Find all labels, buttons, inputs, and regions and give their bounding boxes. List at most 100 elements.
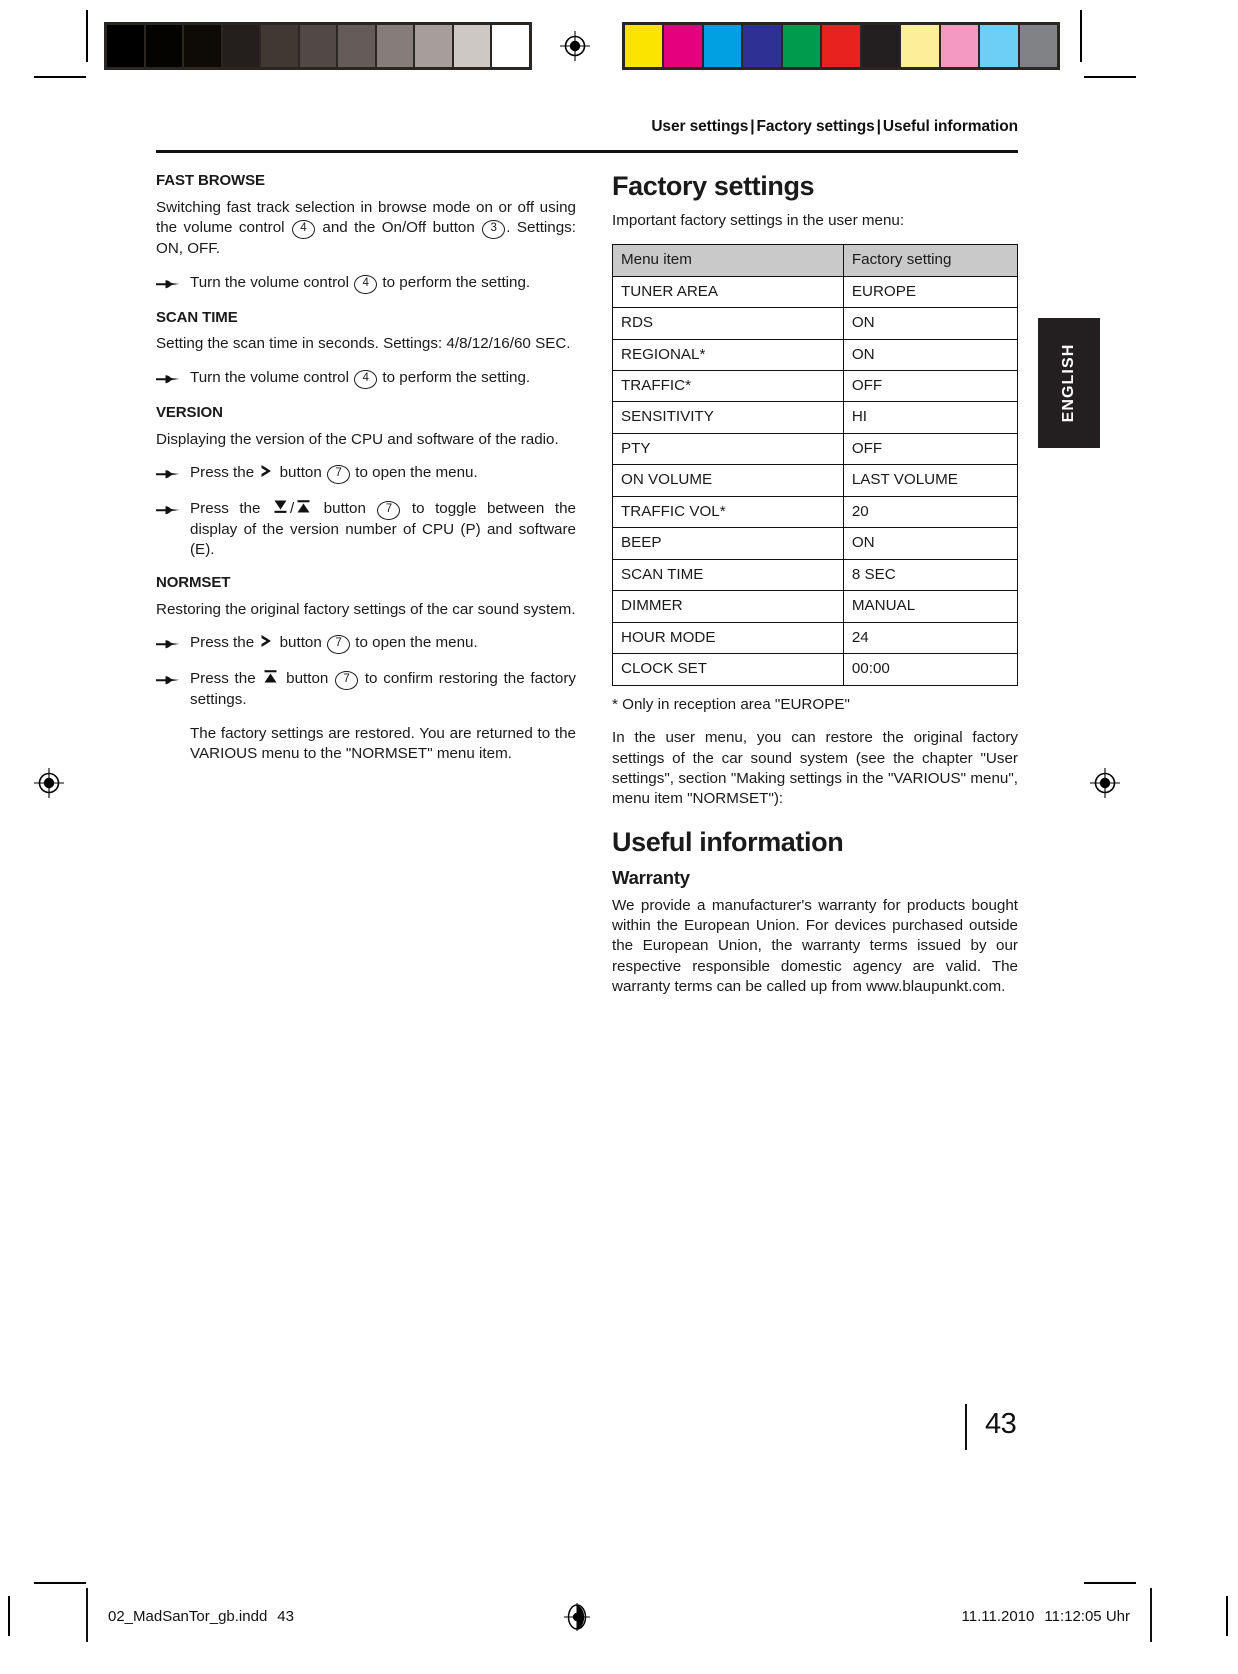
table-row: BEEP ON	[612, 527, 1019, 560]
step-normset-a: Press the	[190, 634, 259, 652]
heading-scan-time: SCAN TIME	[156, 308, 238, 326]
cell-menu-item: TRAFFIC VOL*	[612, 495, 844, 529]
cell-factory-setting: 24	[842, 621, 1019, 655]
cell-factory-setting: HI	[842, 401, 1019, 434]
language-tab-english: ENGLISH	[1038, 318, 1100, 448]
step-normset-confirm: Press the button 7 to confirm restoring …	[156, 669, 576, 710]
step-normset-open-menu: Press the button 7 to open the menu.	[156, 633, 576, 656]
factory-settings-intro: Important factory settings in the user m…	[612, 211, 905, 229]
header-rule	[156, 150, 1018, 153]
table-row: TRAFFIC VOL* 20	[612, 495, 1019, 529]
heading-fast-browse: FAST BROWSE	[156, 172, 265, 189]
cell-menu-item: ON VOLUME	[612, 464, 844, 497]
step-scan-time-a: Turn the volume control	[190, 368, 354, 386]
step-version-toggle-b: button	[313, 500, 377, 517]
table-row: CLOCK SET 00:00	[612, 653, 1019, 686]
step-version-a: Press the	[190, 464, 259, 481]
table-row: RDS ON	[612, 307, 1019, 340]
warranty-heading: Warranty	[612, 866, 690, 888]
cell-factory-setting: 20	[842, 495, 1019, 529]
running-head-part-2: Factory settings	[756, 118, 875, 135]
running-head-separator-1: |	[750, 118, 755, 135]
table-header-factory-setting: Factory setting	[842, 244, 1019, 277]
cell-menu-item: BEEP	[612, 527, 844, 560]
step-normset-c: to open the menu.	[351, 634, 478, 652]
cell-menu-item: DIMMER	[612, 590, 844, 623]
footer-file-page: 43	[277, 1608, 294, 1625]
running-head-separator-2: |	[876, 118, 881, 135]
pointing-hand-icon	[156, 633, 190, 656]
cell-factory-setting: ON	[842, 338, 1019, 372]
cell-factory-setting: 00:00	[842, 653, 1019, 686]
arrow-down-bar-icon	[273, 499, 288, 514]
pointing-hand-icon	[156, 463, 190, 486]
step-fast-browse-b: to perform the setting.	[378, 273, 531, 291]
cell-factory-setting: ON	[842, 527, 1019, 560]
cell-factory-setting: ON	[842, 307, 1019, 340]
fast-browse-intro-b: and the On/Off button	[315, 219, 482, 237]
footer-rule-right	[1150, 1588, 1152, 1642]
cell-factory-setting: EUROPE	[842, 275, 1019, 309]
button-ref-7: 7	[327, 635, 351, 655]
step-normset-b: button	[275, 634, 327, 652]
step-version-toggle: Press the / button 7 to toggle between t…	[156, 499, 576, 561]
table-row: PTY OFF	[612, 432, 1019, 466]
cell-menu-item: CLOCK SET	[612, 653, 844, 686]
step-version-toggle-a: Press the	[190, 500, 271, 517]
language-tab-label: ENGLISH	[1060, 343, 1077, 423]
cell-menu-item: HOUR MODE	[612, 621, 844, 655]
table-header-menu-item: Menu item	[612, 244, 844, 277]
cell-factory-setting: OFF	[842, 432, 1019, 466]
cell-factory-setting: 8 SEC	[842, 558, 1019, 592]
step-scan-time-text: Turn the volume control 4 to perform the…	[190, 368, 576, 391]
cell-menu-item: REGIONAL*	[612, 338, 844, 372]
step-normset-open-menu-text: Press the button 7 to open the menu.	[190, 633, 576, 656]
step-fast-browse: Turn the volume control 4 to perform the…	[156, 273, 576, 296]
pointing-hand-icon	[156, 273, 190, 296]
arrow-right-icon	[260, 464, 273, 478]
table-row: SCAN TIME 8 SEC	[612, 558, 1019, 592]
heading-version: VERSION	[156, 403, 223, 421]
cell-menu-item: TRAFFIC*	[612, 369, 844, 403]
cell-factory-setting: LAST VOLUME	[842, 464, 1019, 497]
page-body: User settings | Factory settings | Useful in…	[0, 0, 1238, 1674]
arrow-up-bar-icon	[263, 669, 278, 684]
table-footnote: * Only in reception area "EUROPE"	[612, 695, 850, 713]
running-head-part-1: User settings	[651, 118, 749, 135]
table-header-row: Menu item Factory setting	[612, 244, 1019, 277]
cell-menu-item: PTY	[612, 432, 844, 466]
step-version-toggle-text: Press the / button 7 to toggle between t…	[190, 499, 576, 561]
footer-timestamp: 11.11.2010 11:12:05 Uhr	[860, 1608, 1130, 1625]
step-fast-browse-text: Turn the volume control 4 to perform the…	[190, 273, 576, 296]
step-normset-confirm-text: Press the button 7 to confirm restoring …	[190, 669, 576, 710]
running-head-part-3: Useful information	[882, 118, 1018, 135]
pointing-hand-icon	[156, 669, 190, 710]
right-column: Factory settings Important factory setti…	[612, 171, 1019, 998]
table-row: HOUR MODE 24	[612, 621, 1019, 655]
warranty-text: We provide a manufacturer's warranty for…	[612, 896, 1018, 996]
factory-settings-title: Factory settings	[612, 171, 815, 201]
step-version-open-menu: Press the button 7 to open the menu.	[156, 463, 576, 486]
normset-result-note: The factory settings are restored. You a…	[190, 724, 576, 762]
step-version-open-menu-text: Press the button 7 to open the menu.	[190, 463, 576, 486]
footer-file-info: 02_MadSanTor_gb.indd 43	[108, 1608, 294, 1625]
table-row: REGIONAL* ON	[612, 338, 1019, 372]
table-row: SENSITIVITY HI	[612, 401, 1019, 434]
step-scan-time: Turn the volume control 4 to perform the…	[156, 368, 576, 391]
running-head: User settings | Factory settings | Useful in…	[156, 118, 1018, 136]
cell-menu-item: RDS	[612, 307, 844, 340]
cell-menu-item: TUNER AREA	[612, 275, 844, 309]
button-ref-7: 7	[327, 465, 351, 484]
scan-time-intro: Setting the scan time in seconds. Settin…	[156, 335, 571, 353]
arrow-right-icon	[260, 634, 273, 648]
table-body: TUNER AREA EUROPE RDS ON REGIONAL* ON TRAFF…	[612, 275, 1019, 686]
button-ref-3: 3	[482, 220, 506, 240]
step-normset-confirm-b: button	[280, 670, 335, 688]
factory-settings-table: Menu item Factory setting TUNER AREA EURO…	[612, 244, 1019, 686]
table-row: DIMMER MANUAL	[612, 590, 1019, 623]
left-column: FAST BROWSE Switching fast track selecti…	[156, 172, 576, 777]
heading-normset: NORMSET	[156, 573, 231, 591]
useful-information-title: Useful information	[612, 826, 844, 857]
cell-menu-item: SENSITIVITY	[612, 401, 844, 434]
normset-intro: Restoring the original factory settings …	[156, 600, 576, 618]
